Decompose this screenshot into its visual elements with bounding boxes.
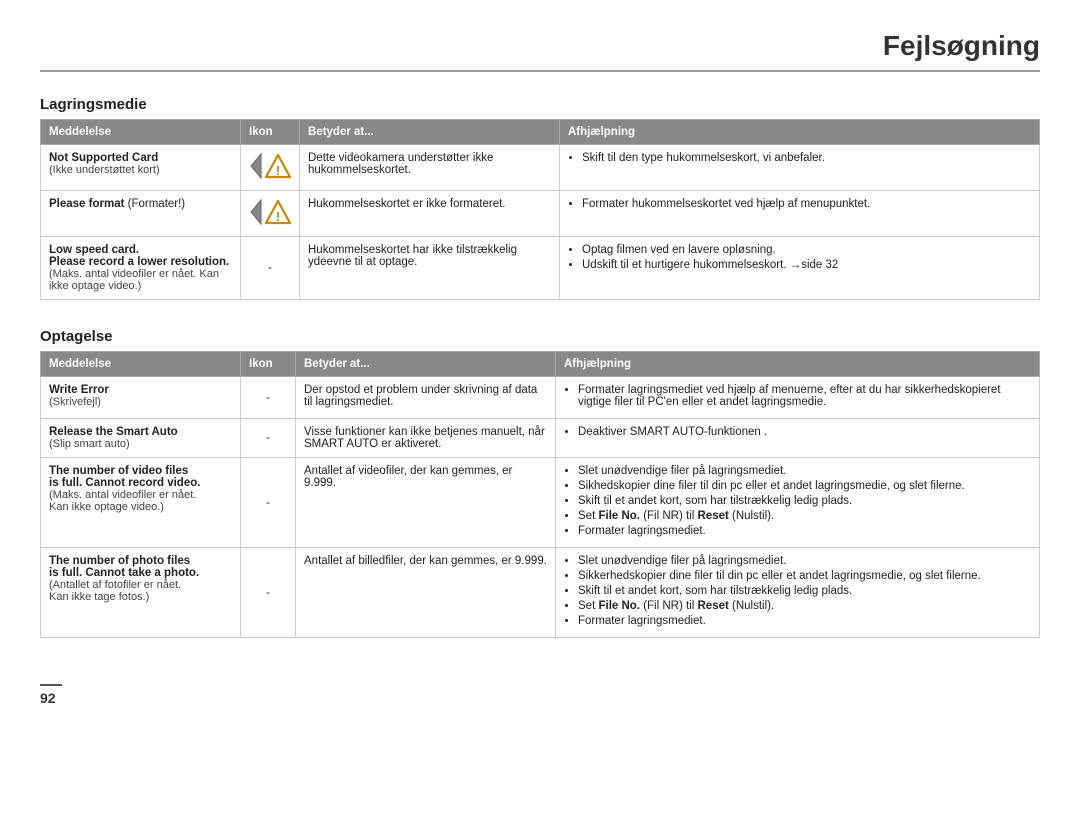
table-row: Low speed card.Please record a lower res…: [41, 237, 1040, 300]
cell-means: Antallet af billedfiler, der kan gemmes,…: [296, 548, 556, 638]
section-title-lagringsmedie: Lagringsmedie: [40, 96, 1040, 113]
message-bold: is full. Cannot take a photo.: [49, 567, 199, 579]
table-row: Please format (Formater!) ! Hukommelsesk…: [41, 191, 1040, 237]
message-small: (Ikke understøttet kort): [49, 164, 160, 176]
cell-icon: !: [241, 191, 300, 237]
cell-help: Deaktiver SMART AUTO-funktionen .: [556, 419, 1040, 458]
cell-help: Formater hukommelseskortet ved hjælp af …: [560, 191, 1040, 237]
table-row: Write Error(Skrivefejl)-Der opstod et pr…: [41, 377, 1040, 419]
cell-icon: -: [241, 548, 296, 638]
page-number: 92: [40, 684, 62, 706]
cell-message: Release the Smart Auto(Slip smart auto): [41, 419, 241, 458]
section-title-optagelse: Optagelse: [40, 328, 1040, 345]
cell-message: Please format (Formater!): [41, 191, 241, 237]
message-bold: is full. Cannot record video.: [49, 477, 200, 489]
help-item: Sikkerhedskopier dine filer til din pc e…: [578, 570, 1031, 582]
cell-icon: -: [241, 377, 296, 419]
message-small: Kan ikke tage fotos.): [49, 591, 149, 603]
help-item: Udskift til et hurtigere hukommelseskort…: [582, 259, 1031, 271]
cell-icon: -: [241, 419, 296, 458]
cell-means: Der opstod et problem under skrivning af…: [296, 377, 556, 419]
help-item: Set File No. (Fil NR) til Reset (Nulstil…: [578, 600, 1031, 612]
table-row: The number of video filesis full. Cannot…: [41, 458, 1040, 548]
cell-help: Optag filmen ved en lavere opløsning. Uds…: [560, 237, 1040, 300]
table-header: Betyder at...: [296, 352, 556, 377]
help-item: Skift til et andet kort, som har tilstræ…: [578, 495, 1031, 507]
section-optagelse: Optagelse MeddelelseIkonBetyder at...Afhj…: [40, 328, 1040, 638]
svg-text:!: !: [276, 209, 280, 224]
table-header: Meddelelse: [41, 120, 241, 145]
help-item: Formater hukommelseskortet ved hjælp af …: [582, 198, 1031, 210]
cell-help: Slet unødvendige filer på lagringsmediet…: [556, 458, 1040, 548]
cell-help: Slet unødvendige filer på lagringsmediet…: [556, 548, 1040, 638]
message-suffix: (Formater!): [124, 198, 185, 210]
cell-means: Hukommelseskortet har ikke tilstrækkelig…: [300, 237, 560, 300]
cell-help: Formater lagringsmediet ved hjælp af men…: [556, 377, 1040, 419]
message-small: (Antallet af fotofiler er nået.: [49, 579, 181, 591]
cell-icon: -: [241, 458, 296, 548]
help-item: Deaktiver SMART AUTO-funktionen .: [578, 426, 1031, 438]
message-small: (Maks. antal videofiler er nået. Kan ikk…: [49, 268, 219, 292]
help-item: Skift til den type hukommelseskort, vi a…: [582, 152, 1031, 164]
cell-message: The number of photo filesis full. Cannot…: [41, 548, 241, 638]
page-title: Fejlsøgning: [40, 30, 1040, 72]
help-item: Formater lagringsmediet.: [578, 525, 1031, 537]
table-header: Afhjælpning: [560, 120, 1040, 145]
table-header: Betyder at...: [300, 120, 560, 145]
help-item: Formater lagringsmediet ved hjælp af men…: [578, 384, 1031, 408]
message-bold: Release the Smart Auto: [49, 426, 178, 438]
message-small: Kan ikke optage video.): [49, 501, 164, 513]
cell-icon: !: [241, 145, 300, 191]
cell-help: Skift til den type hukommelseskort, vi a…: [560, 145, 1040, 191]
help-item: Sikhedskopier dine filer til din pc elle…: [578, 480, 1031, 492]
help-item: Slet unødvendige filer på lagringsmediet…: [578, 555, 1031, 567]
message-bold: Please record a lower resolution.: [49, 256, 229, 268]
message-bold: The number of photo files: [49, 555, 190, 567]
table-header: Ikon: [241, 120, 300, 145]
message-small: (Skrivefejl): [49, 396, 101, 408]
section-lagringsmedie: Lagringsmedie MeddelelseIkonBetyder at...…: [40, 96, 1040, 300]
help-item: Optag filmen ved en lavere opløsning.: [582, 244, 1031, 256]
message-bold: Not Supported Card: [49, 152, 158, 164]
table-row: The number of photo filesis full. Cannot…: [41, 548, 1040, 638]
table-header: Afhjælpning: [556, 352, 1040, 377]
cell-means: Antallet af videofiler, der kan gemmes, …: [296, 458, 556, 548]
cell-message: Not Supported Card(Ikke understøttet kor…: [41, 145, 241, 191]
message-bold: The number of video files: [49, 465, 188, 477]
message-bold: Low speed card.: [49, 244, 139, 256]
cell-means: Visse funktioner kan ikke betjenes manue…: [296, 419, 556, 458]
cell-message: The number of video filesis full. Cannot…: [41, 458, 241, 548]
help-item: Formater lagringsmediet.: [578, 615, 1031, 627]
table-row: Not Supported Card(Ikke understøttet kor…: [41, 145, 1040, 191]
svg-text:!: !: [276, 163, 280, 178]
table-header: Ikon: [241, 352, 296, 377]
cell-icon: -: [241, 237, 300, 300]
table-row: Release the Smart Auto(Slip smart auto)-…: [41, 419, 1040, 458]
cell-message: Write Error(Skrivefejl): [41, 377, 241, 419]
message-bold: Write Error: [49, 384, 109, 396]
help-item: Skift til et andet kort, som har tilstræ…: [578, 585, 1031, 597]
message-small: (Slip smart auto): [49, 438, 130, 450]
help-item: Slet unødvendige filer på lagringsmediet…: [578, 465, 1031, 477]
table-header: Meddelelse: [41, 352, 241, 377]
cell-means: Dette videokamera understøtter ikke huko…: [300, 145, 560, 191]
cell-message: Low speed card.Please record a lower res…: [41, 237, 241, 300]
message-bold: Please format: [49, 198, 124, 210]
cell-means: Hukommelseskortet er ikke formateret.: [300, 191, 560, 237]
help-item: Set File No. (Fil NR) til Reset (Nulstil…: [578, 510, 1031, 522]
message-small: (Maks. antal videofiler er nået.: [49, 489, 196, 501]
